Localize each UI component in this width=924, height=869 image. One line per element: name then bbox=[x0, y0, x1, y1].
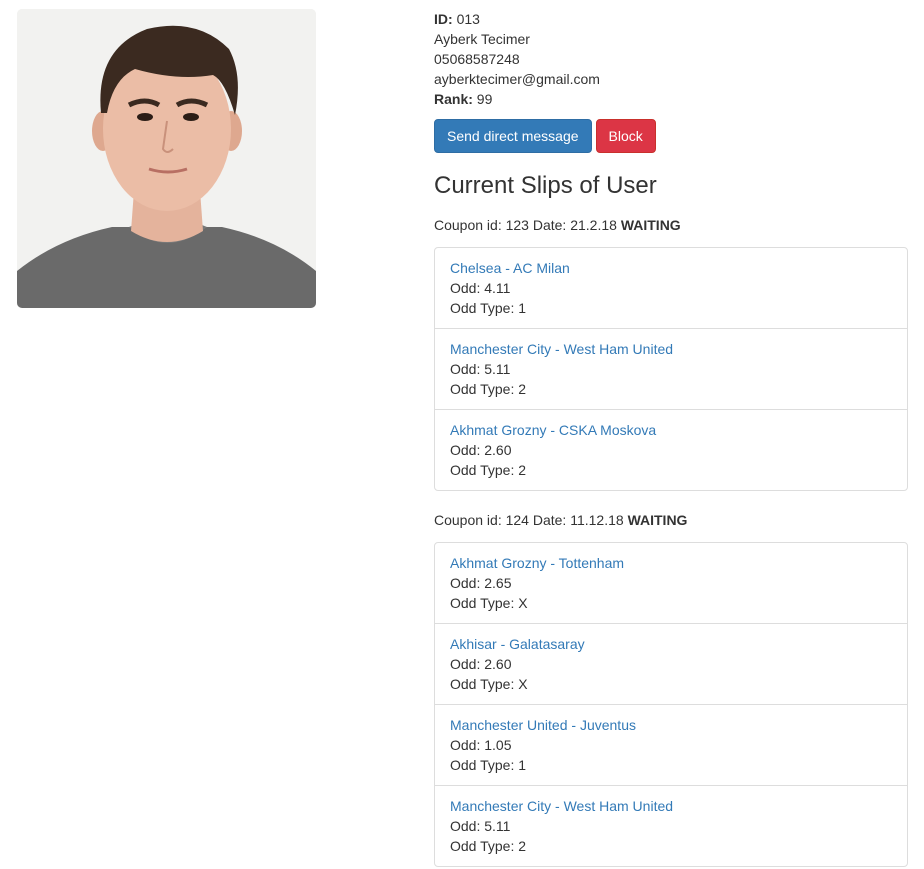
coupon-status: WAITING bbox=[620, 217, 681, 233]
coupon: Coupon id: 124 Date: 11.12.18 WAITING Ak… bbox=[434, 510, 908, 867]
user-rank-value: 99 bbox=[476, 91, 493, 107]
user-id-value: 013 bbox=[456, 11, 480, 27]
match-odd: Odd: 1.05 bbox=[450, 737, 512, 753]
match-odd-type: Odd Type: 2 bbox=[450, 381, 527, 397]
match-item: Akhmat Grozny - Tottenham Odd: 2.65 Odd … bbox=[435, 543, 907, 623]
user-rank-line: Rank: 99 bbox=[434, 89, 908, 109]
user-avatar bbox=[17, 9, 316, 308]
block-button[interactable]: Block bbox=[595, 119, 656, 153]
coupon-match-list: Chelsea - AC Milan Odd: 4.11 Odd Type: 1… bbox=[434, 247, 908, 491]
match-link[interactable]: Chelsea - AC Milan bbox=[450, 258, 570, 278]
match-item: Akhisar - Galatasaray Odd: 2.60 Odd Type… bbox=[435, 623, 907, 704]
user-name: Ayberk Tecimer bbox=[434, 31, 530, 47]
coupon-id-date: Coupon id: 124 Date: 11.12.18 bbox=[434, 512, 624, 528]
match-odd: Odd: 2.65 bbox=[450, 575, 512, 591]
coupon-status: WAITING bbox=[627, 512, 688, 528]
user-actions: Send direct message Block bbox=[434, 119, 908, 153]
match-link[interactable]: Akhisar - Galatasaray bbox=[450, 634, 585, 654]
user-id-label: ID: bbox=[434, 11, 453, 27]
match-odd: Odd: 5.11 bbox=[450, 818, 511, 834]
user-phone: 05068587248 bbox=[434, 51, 520, 67]
match-odd-type: Odd Type: 1 bbox=[450, 757, 527, 773]
match-odd: Odd: 4.11 bbox=[450, 280, 511, 296]
current-slips-title: Current Slips of User bbox=[434, 172, 657, 199]
match-link[interactable]: Manchester City - West Ham United bbox=[450, 796, 673, 816]
match-odd: Odd: 2.60 bbox=[450, 442, 512, 458]
match-odd-type: Odd Type: X bbox=[450, 595, 528, 611]
match-item: Manchester City - West Ham United Odd: 5… bbox=[435, 328, 907, 409]
coupon: Coupon id: 123 Date: 21.2.18 WAITING Che… bbox=[434, 215, 908, 491]
match-link[interactable]: Akhmat Grozny - CSKA Moskova bbox=[450, 420, 656, 440]
user-info-panel: ID: 013 Ayberk Tecimer 05068587248 ayber… bbox=[434, 9, 908, 867]
match-link[interactable]: Akhmat Grozny - Tottenham bbox=[450, 553, 624, 573]
user-rank-label: Rank: bbox=[434, 91, 473, 107]
coupon-id-date: Coupon id: 123 Date: 21.2.18 bbox=[434, 217, 617, 233]
user-email: ayberktecimer@gmail.com bbox=[434, 71, 600, 87]
match-odd: Odd: 5.11 bbox=[450, 361, 511, 377]
match-link[interactable]: Manchester City - West Ham United bbox=[450, 339, 673, 359]
user-photo bbox=[17, 9, 316, 308]
send-direct-message-button[interactable]: Send direct message bbox=[434, 119, 592, 153]
match-item: Akhmat Grozny - CSKA Moskova Odd: 2.60 O… bbox=[435, 409, 907, 490]
coupon-match-list: Akhmat Grozny - Tottenham Odd: 2.65 Odd … bbox=[434, 542, 908, 867]
match-item: Chelsea - AC Milan Odd: 4.11 Odd Type: 1 bbox=[435, 248, 907, 328]
match-odd-type: Odd Type: X bbox=[450, 676, 528, 692]
coupon-header: Coupon id: 124 Date: 11.12.18 WAITING bbox=[434, 510, 908, 530]
user-id-line: ID: 013 bbox=[434, 9, 908, 29]
match-odd-type: Odd Type: 2 bbox=[450, 838, 527, 854]
coupon-header: Coupon id: 123 Date: 21.2.18 WAITING bbox=[434, 215, 908, 235]
match-odd-type: Odd Type: 1 bbox=[450, 300, 527, 316]
match-item: Manchester City - West Ham United Odd: 5… bbox=[435, 785, 907, 866]
match-odd-type: Odd Type: 2 bbox=[450, 462, 527, 478]
match-link[interactable]: Manchester United - Juventus bbox=[450, 715, 636, 735]
match-item: Manchester United - Juventus Odd: 1.05 O… bbox=[435, 704, 907, 785]
match-odd: Odd: 2.60 bbox=[450, 656, 512, 672]
